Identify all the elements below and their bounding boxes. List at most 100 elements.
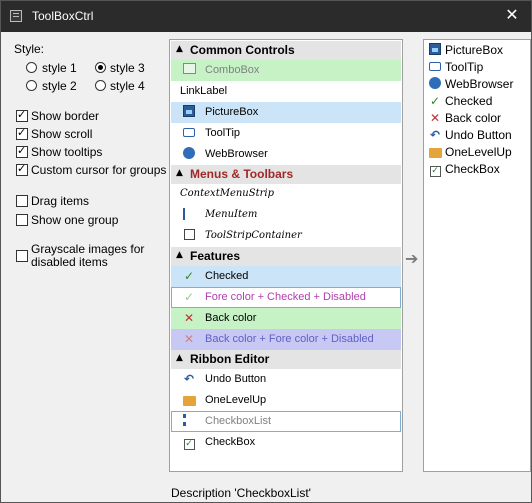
item-label: MenuItem <box>205 209 258 220</box>
style-3-radio[interactable] <box>95 62 106 73</box>
close-button[interactable]: ✕ <box>501 6 523 26</box>
list-item-label: OneLevelUp <box>445 145 512 159</box>
style-4-radio[interactable] <box>95 80 106 91</box>
style-1-label[interactable]: style 1 <box>42 61 77 75</box>
style-1-radio[interactable] <box>26 62 37 73</box>
show-border-label[interactable]: Show border <box>31 109 99 123</box>
style-2-radio[interactable] <box>26 80 37 91</box>
item-label: ToolTip <box>205 127 241 139</box>
drag-items-label[interactable]: Drag items <box>31 194 89 208</box>
item-label: Fore color + Checked + Disabled <box>205 291 366 303</box>
item-combobox[interactable]: ComboBox <box>171 60 401 81</box>
item-checkbox[interactable]: ✓ CheckBox <box>171 432 401 453</box>
grayscale-label-line1[interactable]: Grayscale images for <box>31 242 144 256</box>
grayscale-checkbox[interactable] <box>16 250 28 262</box>
list-item[interactable]: PictureBox <box>425 42 531 59</box>
globe-icon <box>182 147 196 161</box>
checkmark-icon: ✓ <box>183 290 195 304</box>
item-fore-checked-disabled[interactable]: ✓ Fore color + Checked + Disabled <box>171 287 401 308</box>
collapse-triangle-icon: ▲ <box>176 250 183 260</box>
checkmark-icon: ✓ <box>183 269 195 283</box>
cross-icon: ✕ <box>183 332 195 346</box>
show-one-group-checkbox[interactable] <box>16 214 28 226</box>
arrow-right-icon: ➔ <box>405 249 419 268</box>
group-menus-toolbars[interactable]: ▲ Menus & Toolbars <box>171 165 401 184</box>
item-menuitem[interactable]: MenuItem <box>171 205 401 226</box>
custom-cursor-checkbox[interactable] <box>16 162 28 176</box>
group-header-text: Common Controls <box>190 43 295 57</box>
picture-icon <box>182 105 196 119</box>
item-label: PictureBox <box>205 106 259 118</box>
item-toolstripcontainer[interactable]: ToolStripContainer <box>171 226 401 247</box>
show-tooltips-checkbox[interactable] <box>16 144 28 158</box>
menu-icon <box>182 208 196 222</box>
list-item-label: CheckBox <box>445 162 500 176</box>
item-undo-button[interactable]: ↶ Undo Button <box>171 369 401 390</box>
item-onelevelup[interactable]: OneLevelUp <box>171 390 401 411</box>
combobox-icon <box>182 63 196 77</box>
show-one-group-label[interactable]: Show one group <box>31 213 118 227</box>
collapse-triangle-icon: ▲ <box>176 168 183 178</box>
show-scroll-label[interactable]: Show scroll <box>31 127 92 141</box>
item-linklabel[interactable]: LinkLabel <box>171 81 401 102</box>
item-label: ComboBox <box>205 64 260 76</box>
list-item[interactable]: ✓ CheckBox <box>425 161 531 178</box>
list-item[interactable]: ✕ Back color <box>425 110 531 127</box>
title-bar: ToolBoxCtrl ✕ <box>1 1 531 32</box>
item-picturebox[interactable]: PictureBox <box>171 102 401 123</box>
style-2-label[interactable]: style 2 <box>42 79 77 93</box>
grayscale-label-line2[interactable]: disabled items <box>31 255 108 269</box>
item-back-fore-disabled[interactable]: ✕ Back color + Fore color + Disabled <box>171 329 401 350</box>
item-label: Back color + Fore color + Disabled <box>205 333 374 345</box>
item-back-color[interactable]: ✕ Back color <box>171 308 401 329</box>
list-item[interactable]: ↶ Undo Button <box>425 127 531 144</box>
show-scroll-checkbox[interactable] <box>16 126 28 140</box>
group-ribbon-editor[interactable]: ▲ Ribbon Editor <box>171 350 401 369</box>
custom-cursor-label[interactable]: Custom cursor for groups <box>31 163 166 177</box>
item-label: CheckboxList <box>205 415 272 427</box>
window-title: ToolBoxCtrl <box>32 9 94 23</box>
show-border-checkbox[interactable] <box>16 108 28 122</box>
group-features[interactable]: ▲ Features <box>171 247 401 266</box>
group-header-text: Ribbon Editor <box>190 352 270 366</box>
style-4-label[interactable]: style 4 <box>110 79 145 93</box>
list-item[interactable]: ToolTip <box>425 59 531 76</box>
collapse-triangle-icon: ▲ <box>176 44 183 54</box>
item-checkboxlist[interactable]: CheckboxList <box>171 411 401 432</box>
group-common-controls[interactable]: ▲ Common Controls <box>171 41 401 60</box>
picture-icon <box>428 43 442 57</box>
list-item[interactable]: OneLevelUp <box>425 144 531 161</box>
checkbox-list-icon <box>182 414 196 428</box>
item-checked[interactable]: ✓ Checked <box>171 266 401 287</box>
list-item-label: PictureBox <box>445 43 504 57</box>
item-webbrowser[interactable]: WebBrowser <box>171 144 401 165</box>
collapse-triangle-icon: ▲ <box>176 353 183 363</box>
list-item[interactable]: ✓ Checked <box>425 93 531 110</box>
checkbox-icon: ✓ <box>429 166 441 177</box>
tooltip-icon <box>182 126 196 140</box>
selected-items-list[interactable]: PictureBox ToolTip WebBrowser ✓ Checked … <box>423 39 531 472</box>
item-label: Undo Button <box>205 373 267 385</box>
group-header-text: Features <box>190 249 241 263</box>
item-contextmenustrip[interactable]: ContextMenuStrip <box>171 184 401 205</box>
item-label: Checked <box>205 270 249 282</box>
undo-icon: ↶ <box>183 372 195 386</box>
style-3-label[interactable]: style 3 <box>110 61 145 75</box>
folder-up-icon <box>182 393 196 407</box>
drag-items-checkbox[interactable] <box>16 195 28 207</box>
toolbox-panel[interactable]: ▲ Common Controls ComboBox LinkLabel Pic… <box>169 39 403 472</box>
show-tooltips-label[interactable]: Show tooltips <box>31 145 102 159</box>
style-label: Style: <box>14 42 45 56</box>
list-item-label: WebBrowser <box>445 77 514 91</box>
description-text: Description 'CheckboxList' <box>171 486 311 500</box>
list-item-label: ToolTip <box>445 60 484 74</box>
globe-icon <box>428 77 442 91</box>
list-item-label: Undo Button <box>445 128 512 142</box>
item-label: CheckBox <box>205 436 256 448</box>
window: ToolBoxCtrl ✕ Style: style 1 style 3 sty… <box>0 0 532 503</box>
list-item[interactable]: WebBrowser <box>425 76 531 93</box>
item-tooltip[interactable]: ToolTip <box>171 123 401 144</box>
item-label: ContextMenuStrip <box>180 188 274 199</box>
checkbox-icon: ✓ <box>183 439 195 450</box>
tooltip-icon <box>428 60 442 74</box>
